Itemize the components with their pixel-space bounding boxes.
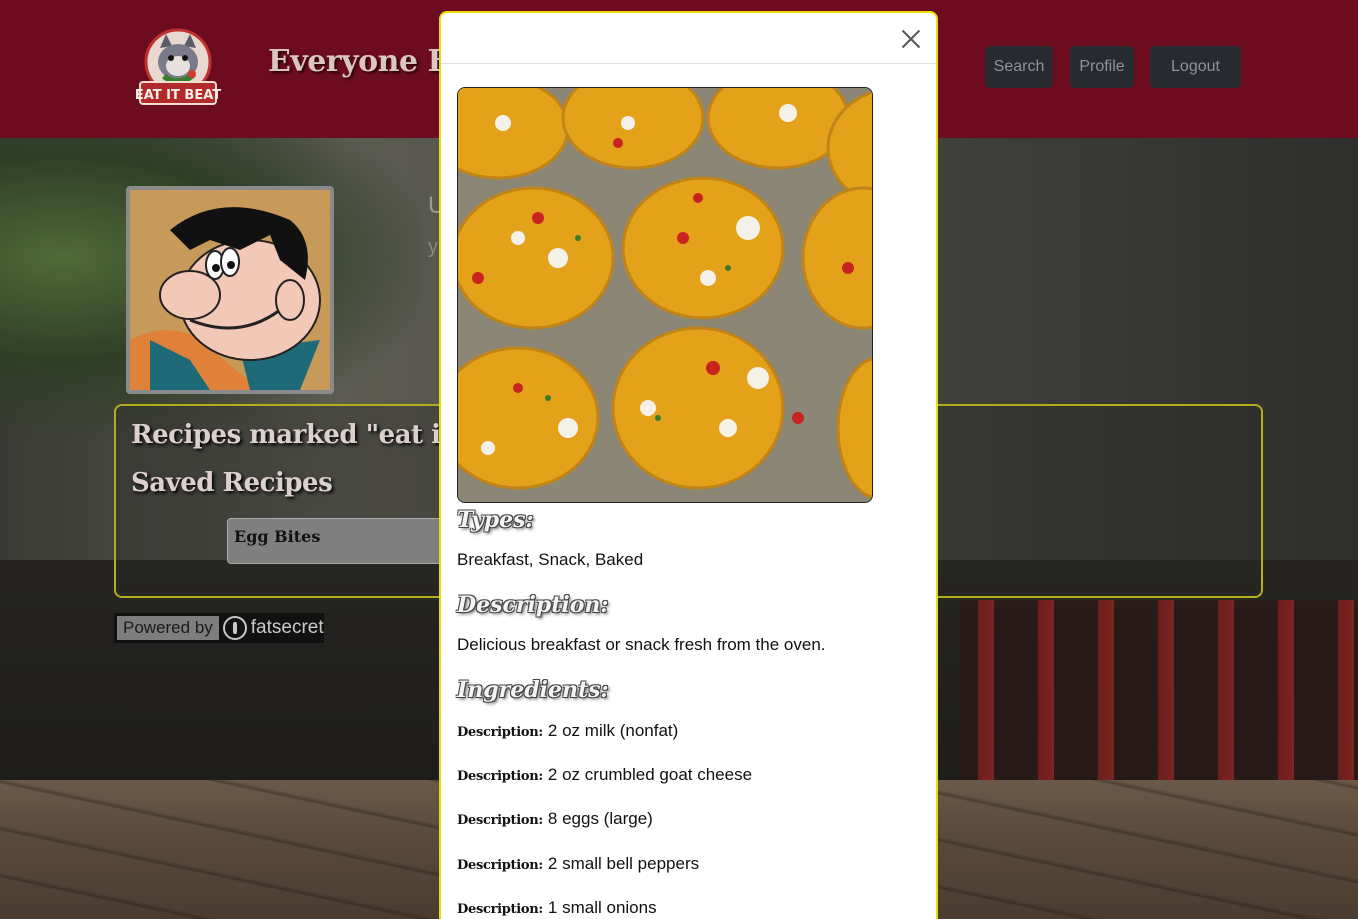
profile-avatar <box>126 186 334 394</box>
types-title: Types: <box>457 507 534 533</box>
ingredients-title: Ingredients: <box>457 677 609 703</box>
egg-bites-photo <box>458 88 872 502</box>
saved-recipe-title: Egg Bites <box>234 527 321 546</box>
ingredient-value: 1 small onions <box>547 898 657 917</box>
search-button[interactable]: Search <box>985 46 1053 88</box>
ingredient-label: Description: <box>457 769 543 784</box>
saved-recipes-heading: Saved Recipes <box>131 468 333 498</box>
ingredient-value: 8 eggs (large) <box>547 809 653 828</box>
site-logo[interactable]: EAT IT BEAT <box>134 26 222 108</box>
description-title: Description: <box>457 592 609 618</box>
ingredient-label: Description: <box>457 858 543 873</box>
logo-icon: EAT IT BEAT <box>135 28 221 105</box>
background-red-lights <box>960 600 1358 790</box>
profile-sub-partial: y <box>428 236 438 258</box>
ingredient-value: 2 small bell peppers <box>547 854 700 873</box>
ingredient-row: Description: 2 oz milk (nonfat) <box>457 721 678 741</box>
avatar-image <box>130 190 330 390</box>
recipe-modal: Types: Breakfast, Snack, Baked Descripti… <box>439 11 938 919</box>
types-value: Breakfast, Snack, Baked <box>457 550 644 569</box>
ingredient-label: Description: <box>457 813 543 828</box>
ingredient-row: Description: 8 eggs (large) <box>457 809 653 829</box>
ingredient-row: Description: 2 small bell peppers <box>457 854 699 874</box>
description-value: Delicious breakfast or snack fresh from … <box>457 635 826 654</box>
ingredient-row: Description: 1 small onions <box>457 898 657 918</box>
powered-by-label: Powered by <box>117 616 219 640</box>
fatsecret-brand: fatsecret <box>222 616 324 640</box>
ingredient-row: Description: 2 oz crumbled goat cheese <box>457 765 752 785</box>
modal-header <box>441 13 936 64</box>
ingredient-label: Description: <box>457 902 543 917</box>
svg-text:EAT IT BEAT: EAT IT BEAT <box>135 88 221 103</box>
saved-recipe-card[interactable]: Egg Bites <box>227 518 447 564</box>
fatsecret-badge[interactable]: Powered by fatsecret <box>114 613 324 643</box>
profile-button[interactable]: Profile <box>1070 46 1134 88</box>
fatsecret-icon <box>222 616 247 640</box>
fatsecret-label: fatsecret <box>250 617 324 638</box>
close-icon[interactable] <box>901 29 921 49</box>
eat-it-heading: Recipes marked "eat it" <box>131 420 466 450</box>
logout-button[interactable]: Logout <box>1150 46 1241 88</box>
ingredient-value: 2 oz crumbled goat cheese <box>547 765 753 784</box>
recipe-image <box>457 87 873 503</box>
ingredient-value: 2 oz milk (nonfat) <box>547 721 679 740</box>
ingredient-label: Description: <box>457 725 543 740</box>
